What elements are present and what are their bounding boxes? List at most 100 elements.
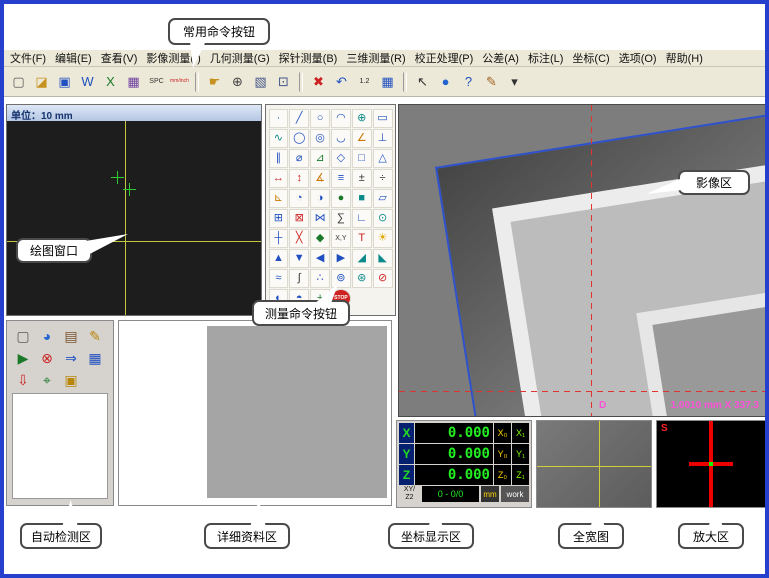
axis-zero-button[interactable]: X₀ [494, 423, 511, 443]
measure-tool-icon[interactable]: · [269, 109, 289, 128]
measure-tool-icon[interactable]: ∫ [289, 269, 309, 288]
help-icon[interactable]: ? [458, 71, 479, 92]
save-icon[interactable]: ▣ [54, 71, 75, 92]
measure-tool-icon[interactable]: ◎ [310, 129, 330, 148]
measure-tool-icon[interactable]: ▱ [373, 189, 393, 208]
export-word-icon[interactable]: W [77, 71, 98, 92]
edit-icon[interactable]: ✎ [83, 325, 107, 347]
axis-half-button[interactable]: Y₁ [512, 444, 529, 464]
menu-item[interactable]: 公差(A) [482, 50, 519, 66]
measure-tool-icon[interactable]: ┼ [269, 229, 289, 248]
measure-tool-icon[interactable]: △ [373, 149, 393, 168]
cursor-icon[interactable]: ↖ [412, 71, 433, 92]
measure-tool-icon[interactable]: ↔ [269, 169, 289, 188]
menu-item[interactable]: 探针测量(B) [279, 50, 338, 66]
measure-tool-icon[interactable]: ≈ [269, 269, 289, 288]
measure-tool-icon[interactable]: ◢ [352, 249, 372, 268]
new-file-icon[interactable]: ▢ [8, 71, 29, 92]
drawing-canvas[interactable] [7, 121, 261, 315]
step-icon[interactable]: ⇒ [59, 347, 83, 369]
unit-toggle-icon[interactable]: mm/inch [169, 71, 190, 92]
undo-icon[interactable]: ↶ [331, 71, 352, 92]
report-chart-icon[interactable]: ▦ [123, 71, 144, 92]
plane-toggle-button[interactable]: XY/ Z2 [399, 486, 420, 502]
measure-tool-icon[interactable]: ÷ [373, 169, 393, 188]
book-icon[interactable]: ▤ [59, 325, 83, 347]
delete-icon[interactable]: ✖ [308, 71, 329, 92]
measure-tool-icon[interactable]: ◯ [289, 129, 309, 148]
menu-item[interactable]: 编辑(E) [55, 50, 92, 66]
measure-tool-icon[interactable]: ◠ [331, 109, 351, 128]
measure-tool-icon[interactable]: ◑ [310, 189, 330, 208]
pan-hand-icon[interactable]: ☛ [204, 71, 225, 92]
measure-tool-icon[interactable]: ∑ [331, 209, 351, 228]
measure-tool-icon[interactable]: □ [352, 149, 372, 168]
toolbar-separator[interactable] [195, 72, 199, 92]
axis-button[interactable]: Z [399, 465, 414, 485]
menu-item[interactable]: 三维测量(R) [346, 50, 405, 66]
work-mode-button[interactable]: work [501, 486, 529, 502]
measure-tool-icon[interactable]: X,Y [331, 229, 351, 248]
export-excel-icon[interactable]: X [100, 71, 121, 92]
number-label-icon[interactable]: 1.2 [354, 71, 375, 92]
measure-tool-icon[interactable]: ⊞ [269, 209, 289, 228]
measure-tool-icon[interactable]: ± [352, 169, 372, 188]
open-folder-icon[interactable]: ◪ [31, 71, 52, 92]
measure-tool-icon[interactable]: ○ [310, 109, 330, 128]
axis-zero-button[interactable]: Z₀ [494, 465, 511, 485]
measure-tool-icon[interactable]: ≡ [331, 169, 351, 188]
measure-tool-icon[interactable]: ▲ [269, 249, 289, 268]
axis-button[interactable]: X [399, 423, 414, 443]
stop-icon[interactable]: ⊗ [35, 347, 59, 369]
measure-tool-icon[interactable]: ☀ [373, 229, 393, 248]
auto-detect-list[interactable] [12, 393, 108, 499]
measure-tool-icon[interactable]: ⊕ [352, 109, 372, 128]
detail-data-panel[interactable] [118, 320, 392, 506]
measure-tool-icon[interactable]: ↕ [289, 169, 309, 188]
measure-tool-icon[interactable]: ∴ [310, 269, 330, 288]
measure-tool-icon[interactable]: ◀ [310, 249, 330, 268]
measure-tool-icon[interactable]: ⊠ [289, 209, 309, 228]
unit-toggle-button[interactable]: mm [481, 486, 499, 502]
run-icon[interactable]: ▶ [11, 347, 35, 369]
measure-tool-icon[interactable]: ◡ [331, 129, 351, 148]
measure-tool-icon[interactable]: ⊿ [310, 149, 330, 168]
measure-tool-icon[interactable]: ╱ [289, 109, 309, 128]
measure-tool-icon[interactable]: ⋈ [310, 209, 330, 228]
menu-item[interactable]: 坐标(C) [572, 50, 609, 66]
magnifier-panel[interactable]: S [656, 420, 766, 508]
zoom-fit-icon[interactable]: ⊡ [273, 71, 294, 92]
zoom-in-icon[interactable]: ⊕ [227, 71, 248, 92]
grid-icon[interactable]: ▦ [83, 347, 107, 369]
measure-tool-icon[interactable]: T [352, 229, 372, 248]
menu-item[interactable]: 帮助(H) [666, 50, 703, 66]
dropdown-arrow-icon[interactable]: ▾ [504, 71, 525, 92]
measure-tool-icon[interactable]: ⊾ [269, 189, 289, 208]
axis-zero-button[interactable]: Y₀ [494, 444, 511, 464]
sphere-icon[interactable]: ◕ [35, 325, 59, 347]
zoom-window-icon[interactable]: ▧ [250, 71, 271, 92]
measure-tool-icon[interactable]: ╳ [289, 229, 309, 248]
measure-tool-icon[interactable]: ◔ [289, 189, 309, 208]
menu-item[interactable]: 几何测量(G) [210, 50, 270, 66]
toolbar-separator[interactable] [403, 72, 407, 92]
measure-tool-icon[interactable]: ■ [352, 189, 372, 208]
measure-tool-icon[interactable]: ▶ [331, 249, 351, 268]
menu-item[interactable]: 选项(O) [619, 50, 657, 66]
download-icon[interactable]: ⇩ [11, 369, 35, 391]
measure-tool-icon[interactable]: ∥ [269, 149, 289, 168]
sphere-icon[interactable]: ● [435, 71, 456, 92]
target-icon[interactable]: ⌖ [35, 369, 59, 391]
measure-tool-icon[interactable]: ⊛ [352, 269, 372, 288]
spc-icon[interactable]: SPC [146, 71, 167, 92]
fullview-panel[interactable] [536, 420, 652, 508]
measure-tool-icon[interactable]: ∠ [352, 129, 372, 148]
measure-tool-icon[interactable]: ◣ [373, 249, 393, 268]
menu-item[interactable]: 查看(V) [101, 50, 138, 66]
save-icon[interactable]: ▣ [59, 369, 83, 391]
measure-tool-icon[interactable]: ∡ [310, 169, 330, 188]
measure-tool-icon[interactable]: ▭ [373, 109, 393, 128]
axis-button[interactable]: Y [399, 444, 414, 464]
measure-tool-icon[interactable]: ⊘ [373, 269, 393, 288]
measure-tool-icon[interactable]: ⌀ [289, 149, 309, 168]
